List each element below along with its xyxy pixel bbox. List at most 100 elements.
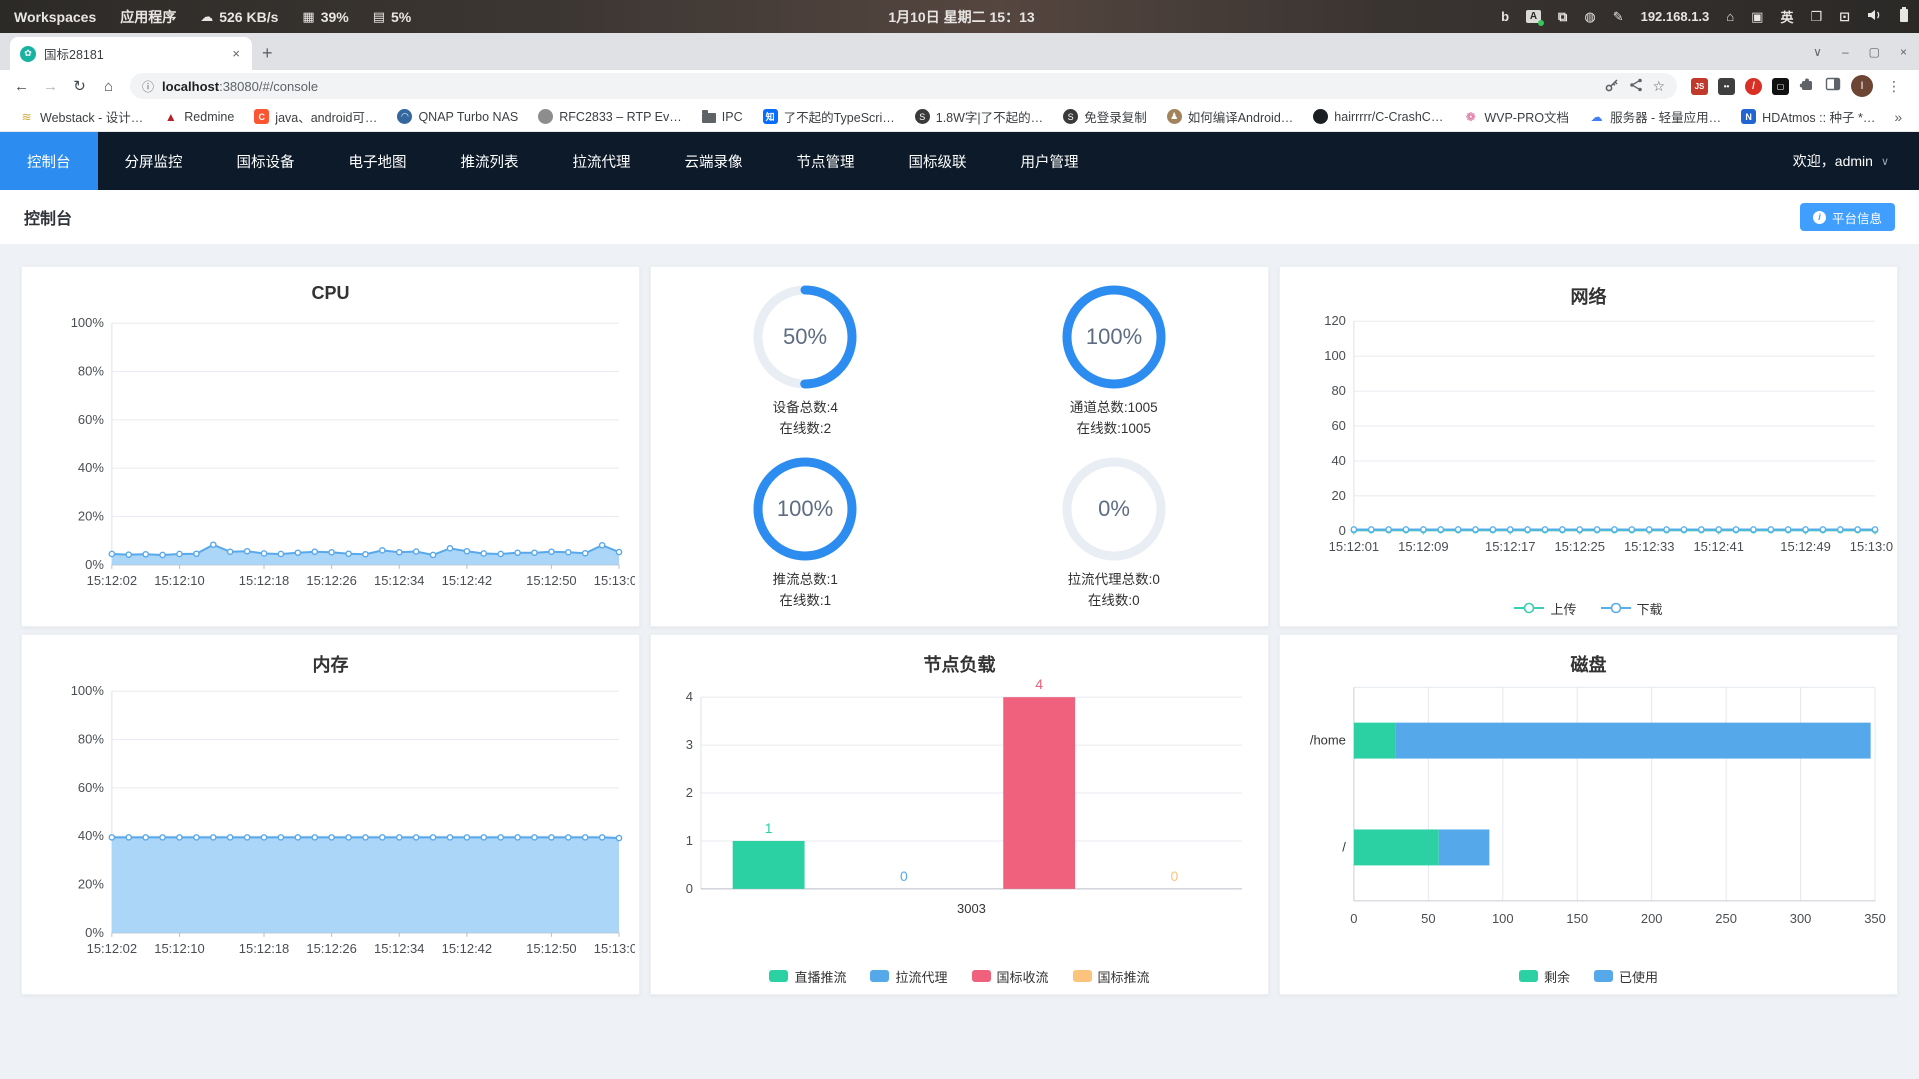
forward-icon[interactable]: →: [37, 78, 64, 95]
legend-item[interactable]: 国标收流: [971, 967, 1049, 986]
maximize-icon[interactable]: ▢: [1869, 45, 1880, 59]
svg-text:15:12:34: 15:12:34: [374, 573, 424, 588]
minimize-icon[interactable]: –: [1842, 45, 1849, 59]
bookmark-label: 1.8W字|了不起的…: [935, 111, 1044, 125]
dark-extension-icon[interactable]: ▢: [1772, 77, 1789, 95]
bookmark-item[interactable]: ❁ WVP-PRO文档: [1454, 104, 1578, 129]
workspaces-tray-icon[interactable]: ▣: [1751, 9, 1763, 25]
legend-item[interactable]: 剩余: [1518, 967, 1570, 986]
nav-item[interactable]: 国标设备: [210, 132, 322, 190]
legend-item[interactable]: 已使用: [1594, 967, 1658, 986]
display-icon[interactable]: ⊡: [1839, 9, 1850, 25]
svg-text:15:12:18: 15:12:18: [239, 573, 289, 588]
bookmark-item[interactable]: ☁ 服务器 - 轻量应用…: [1580, 104, 1730, 129]
password-key-icon[interactable]: [1604, 77, 1620, 96]
puzzle-icon[interactable]: [1799, 76, 1815, 97]
svg-text:15:12:50: 15:12:50: [526, 941, 576, 956]
bookmark-item[interactable]: IPC: [693, 107, 752, 127]
bookmark-item[interactable]: N HDAtmos :: 种子 *…: [1732, 104, 1884, 129]
profile-avatar[interactable]: I: [1851, 75, 1873, 97]
browser-menu-icon[interactable]: ⋮: [1883, 78, 1905, 95]
nav-item[interactable]: 分屏监控: [98, 132, 210, 190]
side-panel-icon[interactable]: [1825, 76, 1841, 97]
bookmark-item[interactable]: ≋ Webstack - 设计…: [10, 104, 152, 129]
bookmark-label: 了不起的TypeScri…: [783, 111, 895, 125]
network-legend: 上传 下载: [1280, 590, 1897, 626]
nav-item[interactable]: 节点管理: [770, 132, 882, 190]
nav-item[interactable]: 电子地图: [322, 132, 434, 190]
bookmark-item[interactable]: S 免登录复制: [1054, 104, 1156, 129]
legend-item[interactable]: 上传: [1514, 599, 1577, 618]
tab-search-icon[interactable]: ∨: [1813, 45, 1822, 59]
clipboard-icon[interactable]: ⧉: [1558, 9, 1567, 25]
bookmark-item[interactable]: hairrrrr/C-CrashC…: [1304, 106, 1452, 127]
browser-tab[interactable]: ✿ 国标28181 ×: [10, 37, 252, 70]
bookmark-item[interactable]: ◠ QNAP Turbo NAS: [388, 106, 527, 127]
cpu-chart[interactable]: 0% 20% 40% 60% 80% 100% 15:12:02 15:12:10 15:12:…: [22, 309, 639, 626]
js-extension-icon[interactable]: JS: [1691, 77, 1708, 95]
tab-close-icon[interactable]: ×: [230, 46, 242, 61]
bookmark-item[interactable]: S 1.8W字|了不起的…: [906, 104, 1052, 129]
svg-text:15:12:01: 15:12:01: [1329, 539, 1379, 554]
bookmark-favicon: ≋: [21, 109, 32, 124]
bing-tray-icon[interactable]: b: [1501, 9, 1509, 24]
workspaces-button[interactable]: Workspaces: [14, 9, 96, 25]
disk-chart[interactable]: 0 50 100 150 200 250 300 350/home /: [1280, 677, 1897, 958]
keyboard-indicator-icon[interactable]: A: [1526, 10, 1545, 26]
bookmark-item[interactable]: Cjava、android可…: [245, 104, 386, 129]
battery-icon[interactable]: [1899, 7, 1909, 26]
volume-icon[interactable]: [1867, 9, 1882, 24]
bookmark-favicon: ♟: [1166, 109, 1182, 124]
legend-item[interactable]: 下载: [1600, 599, 1663, 618]
legend-item[interactable]: 拉流代理: [870, 967, 948, 986]
bookmark-item[interactable]: ▲ Redmine: [154, 106, 243, 127]
site-info-icon[interactable]: ⓘ: [142, 78, 154, 95]
svg-text:15:12:49: 15:12:49: [1780, 539, 1830, 554]
svg-text:80: 80: [1331, 383, 1345, 398]
bookmark-item[interactable]: RFC2833 – RTP Ev…: [529, 106, 691, 127]
bookmark-item[interactable]: ♟ 如何编译Android…: [1158, 104, 1303, 129]
close-icon[interactable]: ×: [1900, 45, 1907, 59]
bookmark-label: java、android可…: [275, 111, 378, 125]
nav-item[interactable]: 拉流代理: [546, 132, 658, 190]
pen-icon[interactable]: ✎: [1613, 9, 1624, 25]
share-icon[interactable]: [1628, 77, 1644, 96]
svg-text:0%: 0%: [85, 925, 104, 940]
user-menu[interactable]: 欢迎，admin ∨: [1793, 132, 1919, 190]
nav-item[interactable]: 用户管理: [994, 132, 1106, 190]
top-bar-tray: b A ⧉ ◍ ✎ 192.168.1.3 ⌂ ▣ 英 ❒ ⊡: [1035, 7, 1919, 26]
ip-address-label[interactable]: 192.168.1.3: [1641, 9, 1710, 24]
phone-link-icon[interactable]: ❒: [1810, 9, 1822, 25]
platform-info-button[interactable]: i 平台信息: [1799, 203, 1895, 231]
nav-item[interactable]: 国标级联: [882, 132, 994, 190]
node-load-chart[interactable]: 0 1 2 3 4 1 0 4 0 3003: [651, 676, 1268, 958]
nav-item[interactable]: 云端录像: [658, 132, 770, 190]
nav-item[interactable]: 控制台: [0, 132, 98, 190]
network-chart[interactable]: 0 20 40 60 80 100 120 15:12:01 15:12:09 15:12:17 1…: [1280, 309, 1897, 590]
address-bar[interactable]: ⓘ localhost:38080/#/console ☆: [130, 73, 1677, 99]
clock[interactable]: 1月10日 星期二 15：13: [888, 7, 1034, 27]
network-chart-title: 网络: [1570, 287, 1607, 307]
nav-item[interactable]: 推流列表: [434, 132, 546, 190]
reload-icon[interactable]: ↻: [66, 77, 93, 95]
tray-ball-icon[interactable]: ◍: [1584, 9, 1595, 25]
memory-chart[interactable]: 0% 20% 40% 60% 80% 100% 15:12:02 15:12:10 15:12:…: [22, 677, 639, 994]
back-icon[interactable]: ←: [8, 78, 35, 95]
svg-text:60%: 60%: [78, 780, 104, 795]
input-method-indicator[interactable]: 英: [1780, 7, 1793, 26]
bookmark-item[interactable]: 知了不起的TypeScri…: [754, 104, 904, 129]
legend-item[interactable]: 直播推流: [769, 967, 846, 986]
svg-text:100%: 100%: [777, 496, 833, 521]
bookmark-favicon: C: [254, 109, 270, 124]
new-tab-button[interactable]: +: [262, 43, 273, 64]
browser-home-icon[interactable]: ⌂: [95, 78, 122, 95]
applications-button[interactable]: 应用程序: [120, 7, 176, 27]
bookmark-star-icon[interactable]: ☆: [1652, 78, 1665, 95]
bookmarks-overflow-icon[interactable]: »: [1886, 109, 1910, 125]
svg-text:120: 120: [1324, 313, 1346, 328]
legend-item[interactable]: 国标推流: [1072, 967, 1150, 986]
svg-text:4: 4: [1035, 677, 1043, 692]
blocker-extension-icon[interactable]: /: [1745, 77, 1762, 95]
userscript-extension-icon[interactable]: ••: [1718, 77, 1735, 95]
home-tray-icon[interactable]: ⌂: [1726, 9, 1734, 24]
